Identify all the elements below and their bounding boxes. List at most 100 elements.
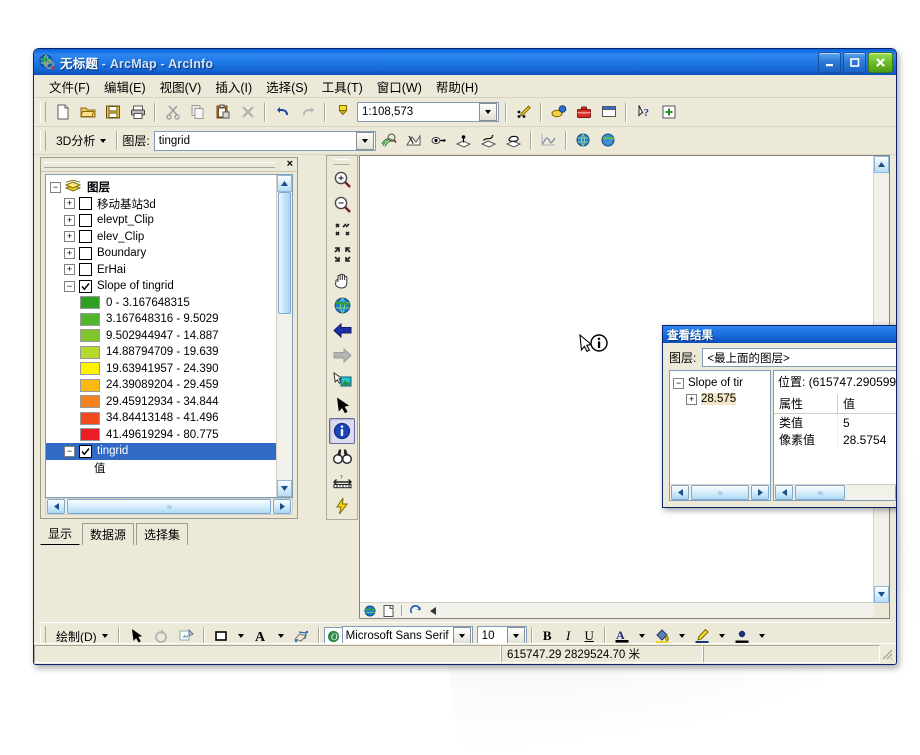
select-features-icon[interactable] [329, 368, 355, 393]
expander-icon[interactable]: − [64, 280, 75, 292]
cut-icon[interactable] [160, 100, 185, 124]
expander-icon[interactable]: + [686, 393, 697, 405]
scroll-down-button[interactable] [874, 586, 889, 603]
close-icon[interactable]: × [287, 158, 293, 170]
fixed-zoom-in-icon[interactable] [329, 217, 355, 242]
layer-item-slope[interactable]: − Slope of tingrid [50, 278, 276, 295]
identify-attributes-pane[interactable]: 位置: (615747.290599 属性 值 类值 5 像素值 28.5754… [773, 370, 896, 501]
hyperlink-lightning-icon[interactable] [329, 494, 355, 519]
scroll-left-button[interactable] [47, 499, 65, 514]
expander-icon[interactable]: + [64, 247, 75, 259]
menu-edit[interactable]: 编辑(E) [97, 75, 153, 98]
expander-icon[interactable]: − [673, 377, 684, 389]
toc-drag-grip[interactable] [44, 162, 275, 168]
undo-icon[interactable] [270, 100, 295, 124]
table-row[interactable]: 类值 5 [774, 413, 896, 431]
table-row[interactable]: 像素值 28.5754 [774, 431, 896, 448]
copy-icon[interactable] [185, 100, 210, 124]
expander-icon[interactable]: + [64, 198, 75, 210]
scroll-right-button[interactable] [273, 499, 291, 514]
layer-checkbox[interactable] [79, 197, 92, 211]
expander-icon[interactable]: + [64, 231, 75, 243]
add-data-icon[interactable] [330, 100, 355, 124]
layer-item-tingrid[interactable]: − tingrid [46, 443, 276, 460]
scroll-left-button[interactable] [775, 485, 793, 500]
layer-checkbox[interactable] [79, 279, 92, 293]
refresh-icon[interactable] [408, 604, 422, 617]
delete-x-icon[interactable] [235, 100, 260, 124]
identify-icon[interactable] [329, 418, 355, 444]
layer-checkbox[interactable] [79, 263, 92, 277]
back-extent-arrow-icon[interactable] [329, 318, 355, 343]
scroll-up-button[interactable] [874, 156, 889, 173]
open-folder-icon[interactable] [75, 100, 100, 124]
scroll-right-button[interactable] [895, 485, 896, 500]
measure-icon[interactable]: ? [329, 469, 355, 494]
menu-view[interactable]: 视图(V) [153, 75, 209, 98]
map-scale-combo[interactable]: 1:108,573 [357, 102, 499, 122]
scene-icon[interactable] [596, 129, 621, 153]
toolbar-grip[interactable] [334, 159, 350, 165]
data-view-globe-icon[interactable] [363, 604, 377, 617]
interpolate-polygon-icon[interactable] [501, 129, 526, 153]
menu-file[interactable]: 文件(F) [42, 75, 97, 98]
layer-checkbox[interactable] [79, 213, 92, 227]
create-surface-icon[interactable] [571, 129, 596, 153]
layer-item-1[interactable]: + elevpt_Clip [50, 212, 276, 229]
identify-attr-hscroll[interactable]: ≈ [774, 484, 896, 500]
expander-icon[interactable]: + [64, 214, 75, 226]
contour-icon[interactable] [376, 129, 401, 153]
scroll-down-button[interactable] [277, 480, 292, 497]
toc-horizontal-scrollbar[interactable]: ≈ [45, 498, 293, 515]
profile-graph-icon[interactable] [536, 129, 561, 153]
maximize-button[interactable] [843, 52, 866, 73]
scroll-thumb[interactable]: ≈ [795, 485, 845, 500]
line-of-sight-icon[interactable] [426, 129, 451, 153]
whats-this-icon[interactable]: ? [631, 100, 656, 124]
menu-tools[interactable]: 工具(T) [315, 75, 370, 98]
full-extent-globe-icon[interactable] [329, 293, 355, 318]
find-binoculars-icon[interactable] [329, 444, 355, 469]
toolbar-grip[interactable] [40, 102, 46, 122]
forward-extent-arrow-icon[interactable] [329, 343, 355, 368]
pan-hand-icon[interactable] [329, 267, 355, 292]
toc-vertical-scrollbar[interactable] [276, 175, 292, 497]
command-line-icon[interactable] [596, 100, 621, 124]
toolbox-icon[interactable] [571, 100, 596, 124]
layer-item-2[interactable]: + elev_Clip [50, 229, 276, 246]
print-icon[interactable] [125, 100, 150, 124]
tab-display[interactable]: 显示 [40, 522, 81, 545]
identify-tree-node-value[interactable]: + 28.575 [670, 391, 770, 407]
menu-help[interactable]: 帮助(H) [429, 75, 485, 98]
expander-icon[interactable]: + [64, 264, 75, 276]
menu-window[interactable]: 窗口(W) [370, 75, 429, 98]
scroll-thumb[interactable] [278, 192, 291, 314]
layer-checkbox[interactable] [79, 444, 92, 458]
new-document-icon[interactable] [50, 100, 75, 124]
layer-item-0[interactable]: + 移动基站3d [50, 196, 276, 213]
scroll-up-button[interactable] [277, 175, 292, 192]
chevron-down-icon[interactable] [355, 131, 374, 150]
zoom-out-icon[interactable] [329, 192, 355, 217]
layer-item-3[interactable]: + Boundary [50, 245, 276, 262]
identify-tree-hscroll[interactable]: ≈ [670, 484, 770, 500]
add-window-icon[interactable] [656, 100, 681, 124]
zoom-in-icon[interactable] [329, 167, 355, 192]
identify-tree-node-layer[interactable]: − Slope of tir [670, 371, 770, 391]
tab-selection[interactable]: 选择集 [136, 523, 189, 545]
layer-item-4[interactable]: + ErHai [50, 262, 276, 279]
tab-source[interactable]: 数据源 [82, 523, 135, 545]
resize-grip-icon[interactable] [880, 647, 894, 661]
toc-root-layers[interactable]: − 图层 [50, 179, 276, 196]
interpolate-line-icon[interactable] [476, 129, 501, 153]
scroll-thumb[interactable]: ≈ [691, 485, 749, 500]
scroll-right-button[interactable] [751, 485, 769, 500]
save-icon[interactable] [100, 100, 125, 124]
paste-icon[interactable] [210, 100, 235, 124]
pause-drawing-icon[interactable] [426, 604, 440, 617]
layout-view-page-icon[interactable] [381, 604, 395, 617]
3d-analyst-dropdown[interactable]: 3D分析 [50, 130, 112, 151]
expander-icon[interactable]: − [64, 445, 75, 457]
menu-insert[interactable]: 插入(I) [208, 75, 259, 98]
scroll-thumb[interactable]: ≈ [67, 499, 271, 514]
